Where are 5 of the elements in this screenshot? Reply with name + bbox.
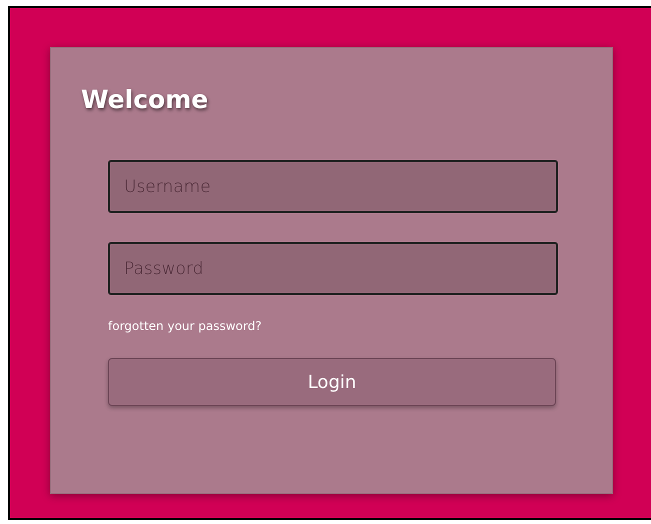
input-field[interactable]: Username (108, 160, 558, 213)
welcome-heading: Welcome (81, 84, 210, 116)
forgot-password-link[interactable]: forgotten your password? (108, 317, 262, 335)
input-field[interactable]: Password (108, 242, 558, 295)
login-button[interactable]: Login (108, 358, 556, 406)
